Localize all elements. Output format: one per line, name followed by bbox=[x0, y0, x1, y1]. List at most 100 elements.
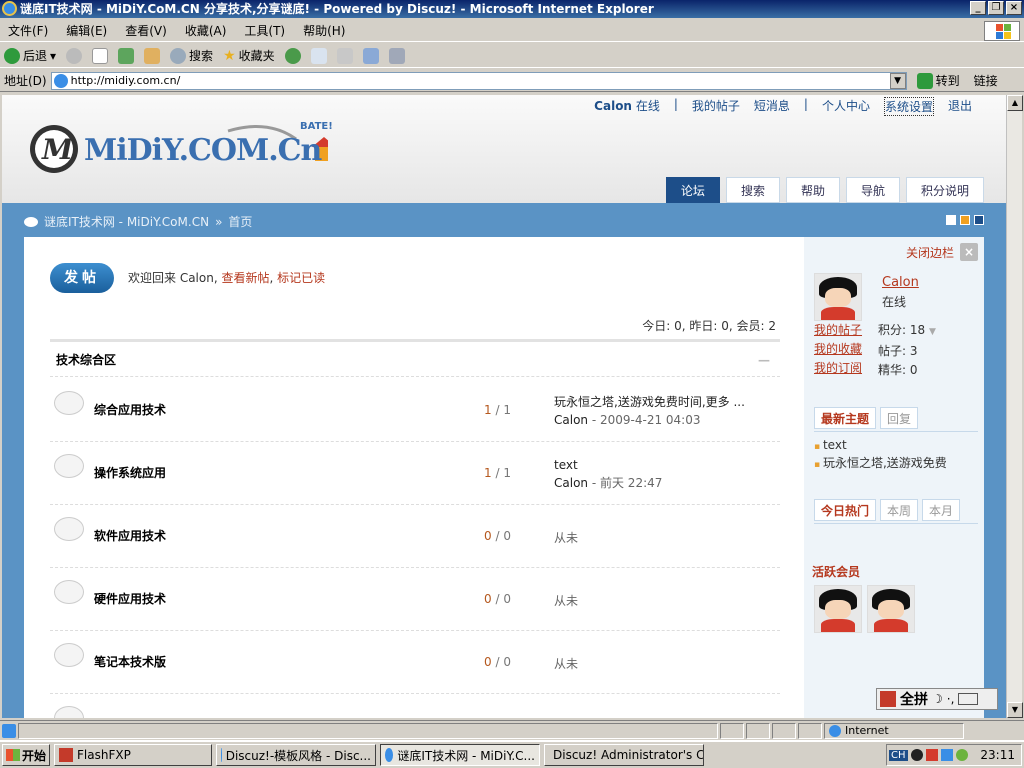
tray-app-icon[interactable] bbox=[925, 749, 938, 761]
minimize-button[interactable]: _ bbox=[970, 1, 986, 15]
forum-name[interactable]: 软件应用技术 bbox=[94, 527, 166, 544]
points-dropdown-icon[interactable]: ▼ bbox=[929, 327, 936, 337]
close-button[interactable]: × bbox=[1006, 1, 1022, 15]
messenger-icon[interactable] bbox=[388, 47, 405, 64]
mark-read-link[interactable]: 标记已读 bbox=[277, 271, 325, 285]
sidebar-favorites[interactable]: 我的收藏 bbox=[814, 340, 862, 359]
system-tray: CH 23:11 bbox=[886, 744, 1022, 766]
sidebar-my-posts[interactable]: 我的帖子 bbox=[814, 321, 862, 340]
ime-indicator[interactable]: CH bbox=[889, 749, 908, 761]
taskbar-item-midiy[interactable]: 谜底IT技术网 - MiDiY.C... bbox=[380, 744, 540, 766]
keyboard-icon[interactable] bbox=[958, 693, 979, 705]
collapse-icon[interactable]: — bbox=[758, 342, 770, 378]
links-button[interactable]: 链接 bbox=[974, 72, 998, 89]
active-member-avatar[interactable] bbox=[867, 585, 915, 633]
moon-icon[interactable]: ☽ bbox=[932, 692, 943, 706]
history-icon[interactable] bbox=[284, 47, 301, 64]
taskbar-item-discuz-admin[interactable]: Discuz! Administrator's C... bbox=[544, 744, 704, 766]
forum-name[interactable]: 笔记本技术版 bbox=[94, 653, 166, 670]
taskbar-item-discuz-template[interactable]: Discuz!-模板风格 - Disc... bbox=[216, 744, 376, 766]
forward-arrow-icon[interactable] bbox=[66, 47, 83, 64]
list-item[interactable]: 玩永恒之塔,送游戏免费 bbox=[814, 455, 947, 473]
tab-this-week[interactable]: 本周 bbox=[880, 499, 919, 521]
volume-icon[interactable] bbox=[955, 749, 968, 761]
edit-icon[interactable] bbox=[362, 47, 379, 64]
sidebar-username[interactable]: Calon bbox=[882, 275, 919, 290]
ime-mode-label[interactable]: 全拼 bbox=[900, 689, 928, 709]
tab-search[interactable]: 搜索 bbox=[725, 177, 780, 203]
tab-today-hot[interactable]: 今日热门 bbox=[814, 499, 877, 521]
page-scrollbar[interactable]: ▲ ▼ bbox=[1006, 95, 1023, 718]
windows-logo-icon bbox=[984, 21, 1020, 41]
logo-text: MiDiY.COM.Cn bbox=[84, 133, 322, 168]
address-input[interactable]: http://midiy.com.cn/ ▼ bbox=[50, 71, 907, 90]
search-button[interactable]: 搜索 bbox=[170, 47, 213, 64]
messages-link[interactable]: 短消息 bbox=[754, 97, 790, 116]
address-dropdown-icon[interactable]: ▼ bbox=[889, 72, 906, 89]
tab-this-month[interactable]: 本月 bbox=[922, 499, 961, 521]
tab-navigation[interactable]: 导航 bbox=[845, 177, 900, 203]
menu-bar: 文件(F) 编辑(E) 查看(V) 收藏(A) 工具(T) 帮助(H) bbox=[0, 20, 1024, 42]
style-blue-swatch[interactable] bbox=[974, 215, 984, 225]
digest-value: 精华: 0 bbox=[878, 363, 918, 377]
tab-help[interactable]: 帮助 bbox=[785, 177, 840, 203]
last-post-title[interactable]: 玩永恒之塔,送游戏免费时间,更多 ... bbox=[554, 393, 745, 411]
back-button[interactable]: 后退 ▾ bbox=[4, 47, 56, 64]
view-new-posts-link[interactable]: 查看新帖 bbox=[221, 271, 269, 285]
style-orange-swatch[interactable] bbox=[960, 215, 970, 225]
close-sidebar-button[interactable]: 关闭边栏 × bbox=[906, 243, 978, 261]
forum-name[interactable]: 硬件应用技术 bbox=[94, 590, 166, 607]
avatar[interactable] bbox=[814, 273, 862, 321]
taskbar-item-flashfxp[interactable]: FlashFXP bbox=[54, 744, 212, 766]
last-post-user[interactable]: Calon bbox=[554, 413, 588, 427]
category-title[interactable]: 技术综合区 bbox=[56, 353, 116, 367]
ime-logo-icon[interactable] bbox=[880, 691, 896, 707]
status-bar: Internet bbox=[0, 720, 1024, 740]
favorites-button[interactable]: ★ 收藏夹 bbox=[223, 47, 275, 64]
settings-link[interactable]: 系统设置 bbox=[883, 97, 934, 116]
tab-replies[interactable]: 回复 bbox=[880, 407, 919, 429]
punctuation-icon[interactable]: ·, bbox=[947, 692, 955, 706]
restore-button[interactable]: ❐ bbox=[988, 1, 1004, 15]
logout-link[interactable]: 退出 bbox=[948, 97, 972, 116]
menu-edit[interactable]: 编辑(E) bbox=[66, 22, 107, 39]
list-item[interactable]: text bbox=[814, 437, 947, 455]
qq-icon[interactable] bbox=[910, 749, 923, 761]
header-username[interactable]: Calon bbox=[594, 99, 632, 113]
new-post-button[interactable]: 发帖 bbox=[50, 263, 114, 293]
menu-view[interactable]: 查看(V) bbox=[125, 22, 167, 39]
tab-latest-topics[interactable]: 最新主题 bbox=[814, 407, 877, 429]
user-center-link[interactable]: 个人中心 bbox=[822, 97, 870, 116]
stop-icon[interactable] bbox=[92, 47, 109, 64]
network-icon[interactable] bbox=[940, 749, 953, 761]
breadcrumb-site[interactable]: 谜底IT技术网 - MiDiY.CoM.CN bbox=[44, 213, 209, 230]
refresh-icon[interactable] bbox=[118, 47, 135, 64]
start-button[interactable]: 开始 bbox=[2, 744, 50, 766]
forum-name[interactable]: 综合应用技术 bbox=[94, 401, 166, 418]
menu-file[interactable]: 文件(F) bbox=[8, 22, 48, 39]
menu-help[interactable]: 帮助(H) bbox=[303, 22, 345, 39]
ime-toolbar[interactable]: 全拼 ☽ ·, bbox=[876, 688, 998, 710]
last-post-user[interactable]: Calon bbox=[554, 476, 588, 490]
tab-points[interactable]: 积分说明 bbox=[905, 177, 984, 203]
home-icon[interactable] bbox=[144, 47, 161, 64]
menu-favorites[interactable]: 收藏(A) bbox=[185, 22, 227, 39]
my-posts-link[interactable]: 我的帖子 bbox=[692, 97, 740, 116]
forum-bubble-icon bbox=[54, 580, 84, 604]
mail-icon[interactable] bbox=[310, 47, 327, 64]
ie-icon bbox=[2, 1, 17, 16]
forum-name[interactable]: 操作系统应用 bbox=[94, 464, 166, 481]
scroll-down-icon[interactable]: ▼ bbox=[1007, 702, 1023, 718]
clock[interactable]: 23:11 bbox=[980, 748, 1015, 762]
menu-tools[interactable]: 工具(T) bbox=[244, 22, 285, 39]
site-logo[interactable]: M MiDiY.COM.Cn BATE! bbox=[28, 121, 336, 177]
sidebar-subscriptions[interactable]: 我的订阅 bbox=[814, 359, 862, 378]
active-member-avatar[interactable] bbox=[814, 585, 862, 633]
print-icon[interactable] bbox=[336, 47, 353, 64]
style-white-swatch[interactable] bbox=[946, 215, 956, 225]
scroll-up-icon[interactable]: ▲ bbox=[1007, 95, 1023, 111]
tab-forum[interactable]: 论坛 bbox=[665, 177, 720, 203]
style-switcher bbox=[946, 215, 984, 225]
go-button[interactable]: 转到 bbox=[916, 72, 960, 89]
last-post-title[interactable]: text bbox=[554, 456, 662, 474]
